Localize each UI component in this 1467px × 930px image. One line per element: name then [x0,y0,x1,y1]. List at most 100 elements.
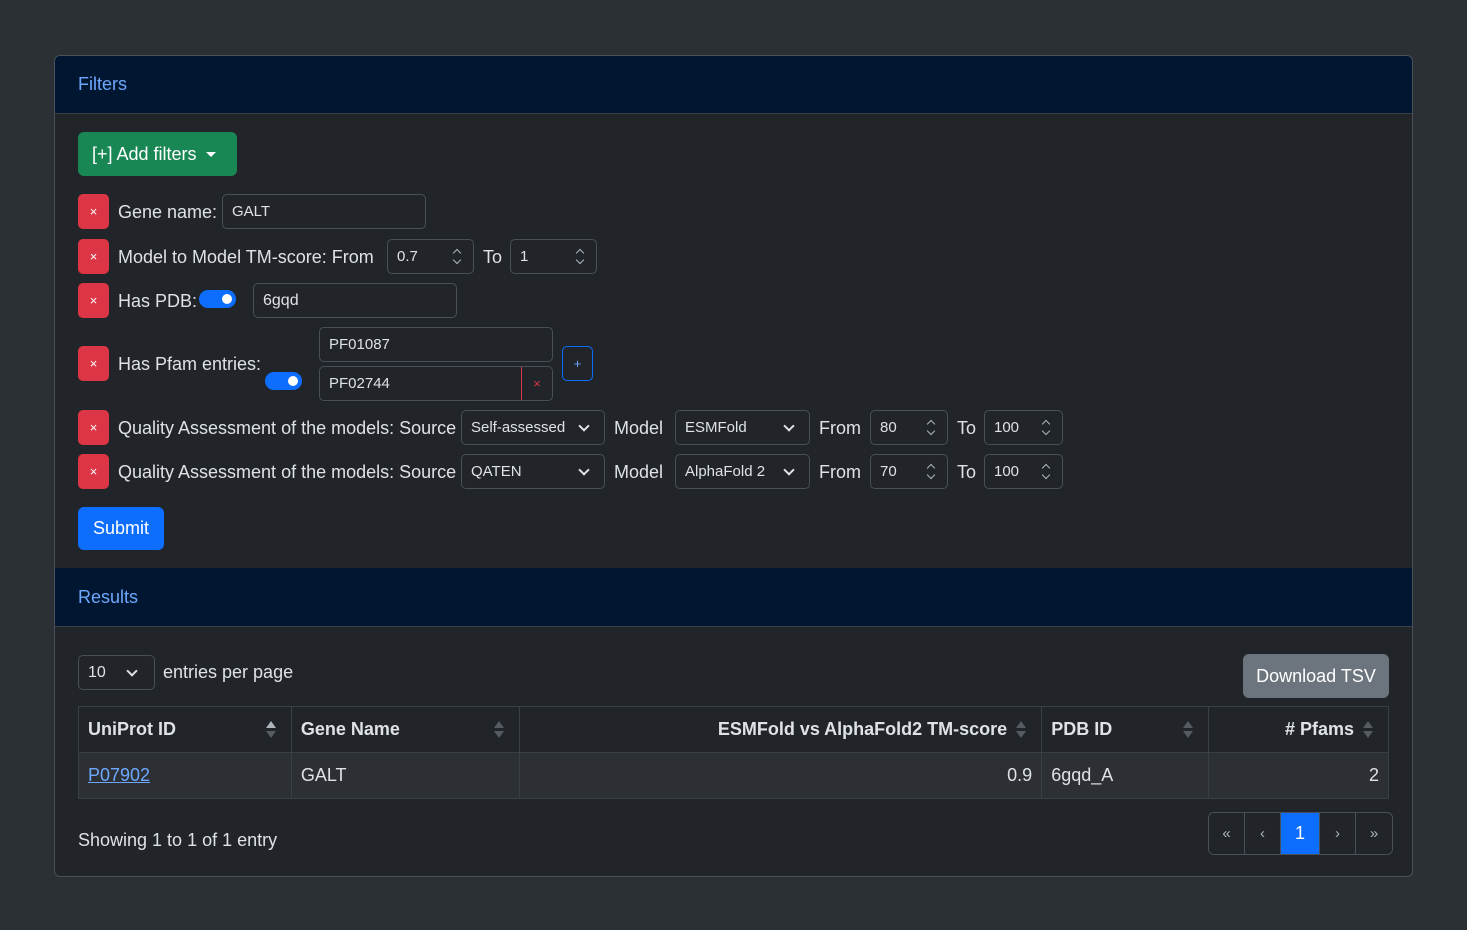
remove-qa-filter-button[interactable]: × [78,410,109,445]
chevron-down-icon [126,665,138,677]
column-header-label: Gene Name [300,719,400,739]
sort-icon [1016,721,1027,739]
qa-from-value: 80 [880,419,897,436]
page-1-button[interactable]: 1 [1281,813,1320,854]
results-table: UniProt ID Gene Name ESMFold vs AlphaFol… [78,706,1389,799]
pagination: « ‹ 1 › » [1208,812,1393,855]
has-pfam-label: Has Pfam entries: [118,354,262,374]
previous-page-button[interactable]: ‹ [1245,813,1281,854]
qa-source-value: QATEN [471,463,522,480]
add-filters-label: [+] Add filters [92,143,197,164]
qa-to-label: To [957,462,977,482]
main-card: Filters [+] Add filters × Gene name: GAL… [54,55,1413,877]
entries-per-page-label: entries per page [163,662,294,682]
column-header-pfams[interactable]: # Pfams [1208,706,1389,753]
tm-to-input[interactable]: 1 [510,239,597,274]
pfam-entry-input-1[interactable]: PF01087 [319,327,553,362]
qa-model-value: AlphaFold 2 [685,463,766,480]
qa-source-select[interactable]: Self-assessed [461,410,605,445]
qa-to-value: 100 [994,419,1020,436]
qa-source-value: Self-assessed [471,419,566,436]
qa-source-label: Quality Assessment of the models: Source [118,418,457,438]
table-row: P07902 GALT 0.9 6gqd_A 2 [78,752,1389,799]
results-header: Results [55,568,1412,627]
uniprot-link[interactable]: P07902 [88,765,150,785]
download-tsv-button[interactable]: Download TSV [1243,654,1389,698]
sort-icon [1183,721,1194,739]
qa-source-select[interactable]: QATEN [461,454,605,489]
qa-to-input[interactable]: 100 [984,410,1063,445]
qa-model-label: Model [614,462,664,482]
qa-source-label: Quality Assessment of the models: Source [118,462,457,482]
spinner-icon[interactable] [1042,419,1050,437]
qa-to-label: To [957,418,977,438]
qa-to-value: 100 [994,463,1020,480]
column-header-label: ESMFold vs AlphaFold2 TM-score [717,719,1008,739]
tm-from-input[interactable]: 0.7 [387,239,474,274]
spinner-icon[interactable] [453,248,461,266]
sort-icon [493,721,504,739]
gene-name-input[interactable]: GALT [222,194,426,229]
pfam-entry-value-2: PF02744 [329,375,390,392]
remove-pfam-entry-button[interactable]: × [521,367,552,400]
qa-from-label: From [819,462,861,482]
has-pfam-toggle[interactable] [265,372,302,390]
chevron-down-icon [578,464,590,476]
next-page-button[interactable]: › [1320,813,1356,854]
results-summary: Showing 1 to 1 of 1 entry [78,830,278,850]
qa-to-input[interactable]: 100 [984,454,1063,489]
qa-from-input[interactable]: 80 [870,410,948,445]
tm-score-label: Model to Model TM-score: From [118,247,374,267]
submit-button[interactable]: Submit [78,507,164,550]
filters-header: Filters [55,56,1412,114]
tm-to-label: To [483,247,503,267]
qa-model-select[interactable]: ESMFold [675,410,810,445]
remove-pdb-filter-button[interactable]: × [78,283,109,318]
column-header-label: # Pfams [1284,719,1354,739]
sort-icon [265,721,276,739]
spinner-icon[interactable] [576,248,584,266]
sort-icon [1363,721,1373,739]
pfam-entry-input-2[interactable]: PF02744 × [319,366,553,401]
chevron-down-icon [783,464,795,476]
cell-uniprot-id: P07902 [78,752,292,799]
tm-from-value: 0.7 [397,248,418,265]
column-header-uniprot-id[interactable]: UniProt ID [78,706,292,753]
last-page-button[interactable]: » [1356,813,1392,854]
remove-pfam-filter-button[interactable]: × [78,346,109,381]
chevron-down-icon [578,420,590,432]
spinner-icon[interactable] [1042,463,1050,481]
qa-model-label: Model [614,418,664,438]
remove-gene-filter-button[interactable]: × [78,194,109,229]
has-pdb-label: Has PDB: [118,291,198,311]
qa-from-value: 70 [880,463,897,480]
qa-model-value: ESMFold [685,419,747,436]
remove-qa-filter-button[interactable]: × [78,454,109,489]
first-page-button[interactable]: « [1209,813,1245,854]
cell-gene-name: GALT [290,752,520,799]
qa-from-input[interactable]: 70 [870,454,948,489]
column-header-label: UniProt ID [88,719,176,739]
entries-per-page-select[interactable]: 10 [78,655,155,690]
has-pdb-toggle[interactable] [199,290,236,308]
add-pfam-entry-button[interactable]: + [562,346,593,381]
column-header-pdb-id[interactable]: PDB ID [1041,706,1210,753]
cell-pdb-id: 6gqd_A [1041,752,1210,799]
cell-tm-score: 0.9 [518,752,1043,799]
cell-pfams: 2 [1208,752,1389,799]
column-header-gene-name[interactable]: Gene Name [290,706,520,753]
entries-per-page-value: 10 [88,663,106,681]
pdb-id-input[interactable]: 6gqd [253,283,457,318]
caret-down-icon [205,151,216,157]
add-filters-button[interactable]: [+] Add filters [78,132,237,176]
spinner-icon[interactable] [927,419,935,437]
qa-model-select[interactable]: AlphaFold 2 [675,454,810,489]
remove-tm-filter-button[interactable]: × [78,239,109,274]
spinner-icon[interactable] [927,463,935,481]
chevron-down-icon [783,420,795,432]
tm-to-value: 1 [520,248,529,265]
qa-from-label: From [819,418,861,438]
column-header-label: PDB ID [1051,719,1113,739]
gene-name-label: Gene name: [118,202,218,222]
column-header-tm-score[interactable]: ESMFold vs AlphaFold2 TM-score [518,706,1043,753]
